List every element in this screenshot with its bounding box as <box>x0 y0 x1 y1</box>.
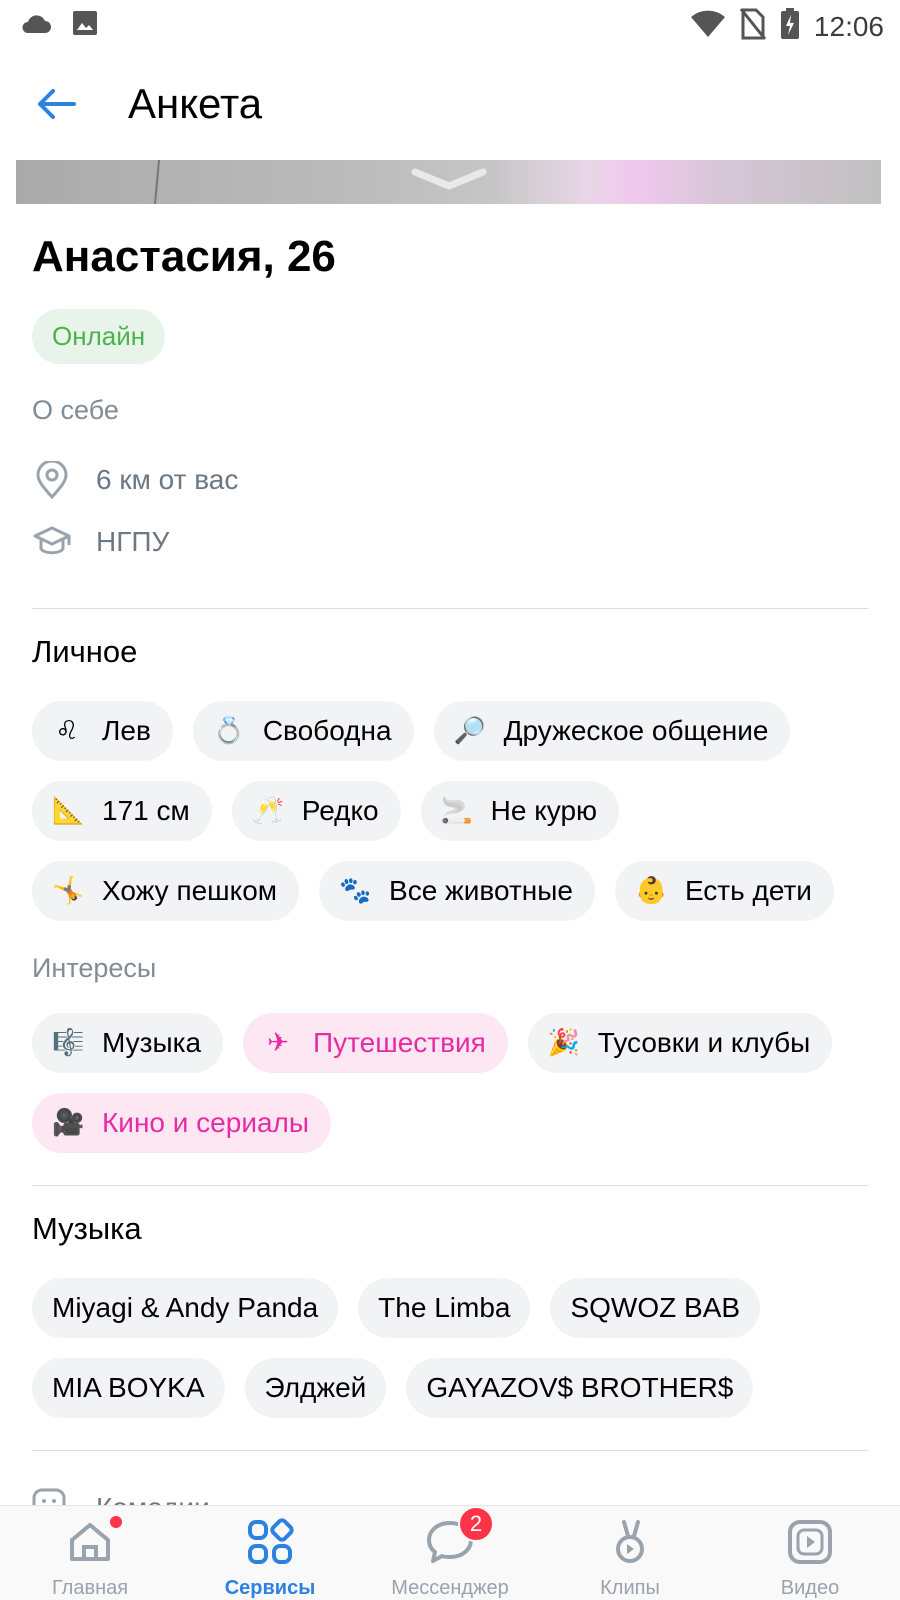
chevron-down-icon[interactable] <box>411 168 487 197</box>
divider <box>32 1185 868 1186</box>
music-artist-chip[interactable]: GAYAZOV$ BROTHER$ <box>406 1358 754 1418</box>
distance-row: 6 км от вас <box>32 460 238 500</box>
nav-services[interactable]: Сервисы <box>180 1506 360 1600</box>
divider <box>32 1450 868 1451</box>
personal-chip-label: Редко <box>301 795 379 826</box>
interest-chip[interactable]: 🎉 Тусовки и клубы <box>527 1013 833 1073</box>
interests-chips: 🎼 Музыка ✈ Путешествия 🎉 Тусовки и клубы 🎥 Кино… <box>32 1013 872 1153</box>
nav-video-label: Видео <box>780 1577 840 1599</box>
interest-chip-label: Тусовки и клубы <box>597 1027 811 1058</box>
image-icon <box>72 10 98 41</box>
bottom-navigation: Главная Сервисы Мессенджер Клипы Видео 2 <box>0 1505 900 1600</box>
cloud-icon <box>20 11 52 40</box>
music-artist-chip[interactable]: MIA BOYKA <box>32 1358 225 1418</box>
personal-chip[interactable]: 🔎 Дружеское общение <box>433 701 791 761</box>
emoji-icon: 🎼 <box>52 1028 85 1058</box>
emoji-icon: 🎉 <box>547 1028 581 1058</box>
emoji-icon: 💍 <box>212 716 246 746</box>
personal-chip[interactable]: ♌ Лев <box>32 701 173 761</box>
music-chips: Miyagi & Andy Panda The Limba SQWOZ BAB MIA… <box>32 1278 872 1418</box>
distance-text: 6 км от вас <box>96 464 239 495</box>
notification-dot <box>110 1516 122 1528</box>
nav-video[interactable]: Видео <box>720 1506 900 1600</box>
emoji-icon: 👶 <box>634 876 668 906</box>
personal-chip[interactable]: 👶 Есть дети <box>614 861 834 921</box>
services-icon <box>246 1518 294 1571</box>
interest-chip-label: Музыка <box>102 1027 202 1058</box>
personal-chip-label: Лев <box>102 715 151 746</box>
interest-chip-label: Кино и сериалы <box>102 1107 310 1138</box>
page-title: Анкета <box>128 80 263 127</box>
emoji-icon: 🚬 <box>440 796 474 826</box>
wifi-icon <box>690 9 726 44</box>
emoji-icon: 🔎 <box>453 716 486 746</box>
music-section-title: Музыка <box>32 1211 142 1246</box>
music-artist-chip[interactable]: Элджей <box>244 1358 387 1418</box>
online-badge: Онлайн <box>32 309 166 364</box>
emoji-icon: 📐 <box>52 796 85 826</box>
interest-chip-label: Путешествия <box>313 1027 486 1058</box>
profile-name: Анастасия, 26 <box>32 232 336 281</box>
music-artist-chip[interactable]: The Limba <box>358 1278 531 1338</box>
home-icon <box>66 1518 114 1571</box>
personal-chip[interactable]: 🤸 Хожу пешком <box>32 861 300 921</box>
nav-clips-label: Клипы <box>600 1577 660 1599</box>
app-bar: Анкета <box>0 60 900 150</box>
clock: 12:06 <box>813 10 884 42</box>
nav-home-label: Главная <box>51 1577 129 1599</box>
personal-chip-label: Есть дети <box>684 875 812 906</box>
music-artist-chip[interactable]: SQWOZ BAB <box>550 1278 761 1338</box>
profile-photo[interactable] <box>16 160 881 204</box>
emoji-icon: 🎥 <box>52 1108 85 1138</box>
interest-chip[interactable]: 🎼 Музыка <box>32 1013 224 1073</box>
interest-chip[interactable]: 🎥 Кино и сериалы <box>32 1093 332 1153</box>
emoji-icon: 🐾 <box>339 876 372 906</box>
education-cap-icon <box>32 522 72 562</box>
emoji-icon: 🤸 <box>52 876 85 906</box>
status-bar: 12:06 <box>0 0 900 50</box>
personal-chips: ♌ Лев 💍 Свободна 🔎 Дружеское общение 📐 171 см 🥂 Р… <box>32 701 872 921</box>
video-icon <box>786 1518 834 1571</box>
nav-services-label: Сервисы <box>224 1577 316 1599</box>
location-pin-icon <box>32 460 72 500</box>
clips-icon <box>606 1518 654 1571</box>
personal-chip[interactable]: 🥂 Редко <box>231 781 401 841</box>
about-label: О себе <box>32 395 119 425</box>
emoji-icon: ✈ <box>267 1028 289 1058</box>
personal-chip-label: Все животные <box>389 875 573 906</box>
personal-chip-label: Не курю <box>490 795 598 826</box>
music-artist-chip[interactable]: Miyagi & Andy Panda <box>32 1278 339 1338</box>
personal-chip[interactable]: 🐾 Все животные <box>319 861 595 921</box>
nav-home[interactable]: Главная <box>0 1506 180 1600</box>
personal-chip[interactable]: 💍 Свободна <box>192 701 414 761</box>
personal-chip-label: Свободна <box>262 715 392 746</box>
personal-chip-label: 171 см <box>102 795 190 826</box>
messenger-unread-badge: 2 <box>458 1506 494 1542</box>
education-text: НГПУ <box>96 526 170 557</box>
nav-messenger[interactable]: Мессенджер <box>360 1506 540 1600</box>
emoji-icon: 🥂 <box>251 796 285 826</box>
nav-clips[interactable]: Клипы <box>540 1506 720 1600</box>
education-row: НГПУ <box>32 522 169 562</box>
interests-label: Интересы <box>32 953 157 983</box>
interest-chip[interactable]: ✈ Путешествия <box>243 1013 508 1073</box>
arrow-left-icon <box>36 88 76 125</box>
emoji-icon: ♌ <box>55 716 79 746</box>
divider <box>32 608 868 609</box>
nav-messenger-label: Мессенджер <box>391 1577 509 1599</box>
battery-icon <box>780 8 800 45</box>
personal-chip[interactable]: 🚬 Не курю <box>420 781 620 841</box>
personal-chip[interactable]: 📐 171 см <box>32 781 212 841</box>
no-sim-icon <box>739 8 767 45</box>
personal-chip-label: Хожу пешком <box>102 875 278 906</box>
personal-chip-label: Дружеское общение <box>503 715 769 746</box>
personal-section-title: Личное <box>32 634 138 669</box>
back-button[interactable] <box>28 78 84 134</box>
